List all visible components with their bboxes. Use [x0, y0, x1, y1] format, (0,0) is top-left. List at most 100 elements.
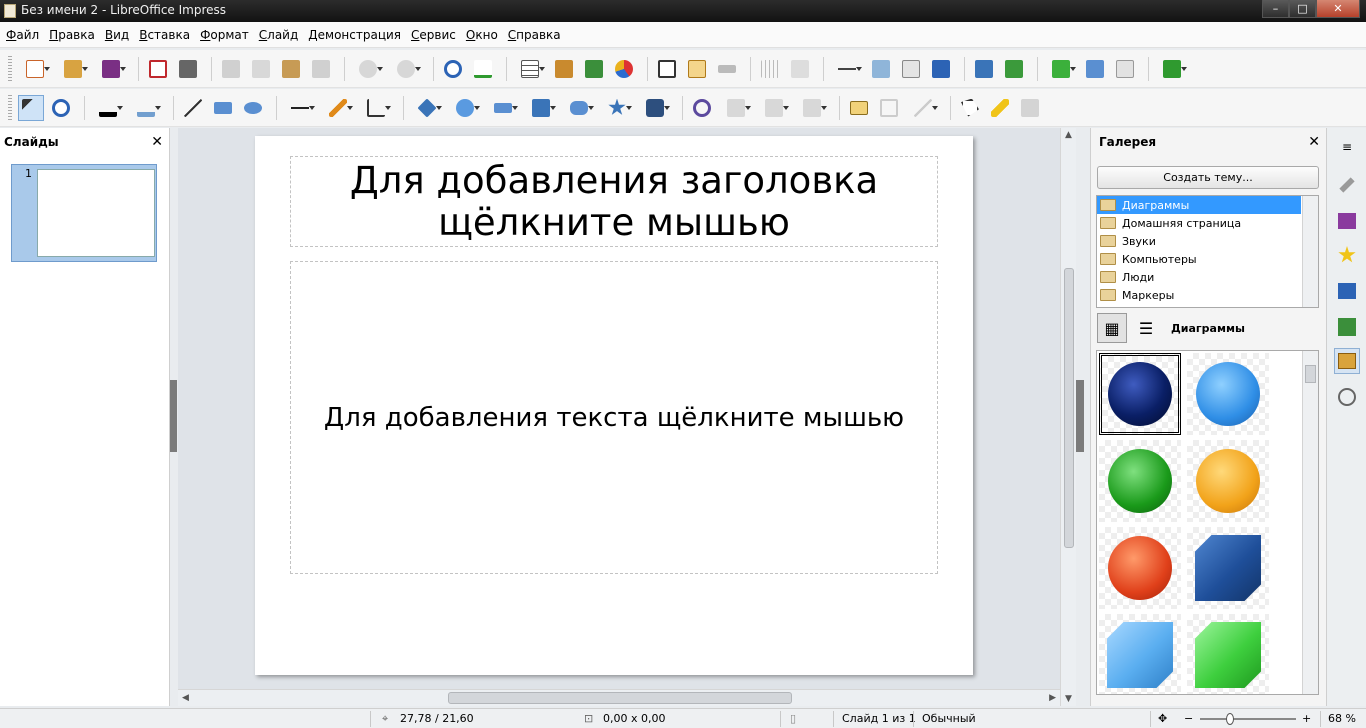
fit-slide-icon[interactable]: ✥ [1158, 712, 1167, 725]
menu-file[interactable]: Файл [6, 28, 39, 42]
arrow-tool-button[interactable] [283, 95, 317, 121]
close-window-button[interactable]: ✕ [1316, 0, 1360, 18]
gallery-item[interactable] [1099, 353, 1181, 435]
print-button[interactable] [175, 56, 201, 82]
fontwork-button[interactable] [684, 56, 710, 82]
zoom-in-icon[interactable]: + [1302, 712, 1311, 725]
flowchart-button[interactable] [524, 95, 558, 121]
properties-tab[interactable] [1334, 172, 1360, 198]
navigator-tab[interactable] [1334, 384, 1360, 410]
menu-edit[interactable]: Правка [49, 28, 95, 42]
image-button[interactable] [551, 56, 577, 82]
detailed-view-button[interactable]: ☰ [1131, 313, 1161, 343]
icon-view-button[interactable]: ▦ [1097, 313, 1127, 343]
zoom-slider[interactable] [1200, 718, 1296, 720]
gallery-item[interactable] [1099, 440, 1181, 522]
create-theme-button[interactable]: Создать тему... [1097, 166, 1319, 189]
filter-button[interactable] [906, 95, 940, 121]
basic-shapes-button[interactable] [410, 95, 444, 121]
line-style-button[interactable] [830, 56, 864, 82]
copy-button[interactable] [248, 56, 274, 82]
start-current-slide-button[interactable] [1001, 56, 1027, 82]
close-icon[interactable]: ✕ [151, 134, 163, 150]
undo-button[interactable] [351, 56, 385, 82]
theme-item[interactable]: Домашняя страница [1097, 214, 1318, 232]
block-arrows-button[interactable] [486, 95, 520, 121]
toolbar-grip[interactable] [8, 94, 12, 121]
menu-window[interactable]: Окно [466, 28, 498, 42]
menu-insert[interactable]: Вставка [139, 28, 190, 42]
ellipse-tool-button[interactable] [240, 95, 266, 121]
export-pdf-button[interactable] [145, 56, 171, 82]
display-views-button[interactable] [1155, 56, 1189, 82]
rectangle-tool-button[interactable] [210, 95, 236, 121]
document-modified-icon[interactable]: ▯ [790, 712, 796, 725]
spelling-button[interactable] [470, 56, 496, 82]
shadow-button[interactable] [868, 56, 894, 82]
rotate-button[interactable] [689, 95, 715, 121]
gallery-item[interactable] [1099, 614, 1181, 694]
theme-item[interactable]: Диаграммы [1097, 196, 1301, 214]
cut-button[interactable] [218, 56, 244, 82]
theme-list[interactable]: Диаграммы Домашняя страница Звуки Компью… [1096, 195, 1319, 308]
slide-canvas[interactable]: Для добавления заголовка щёлкните мышью … [255, 136, 973, 675]
right-pane-splitter[interactable] [1076, 380, 1084, 452]
zoom-level[interactable]: 68 % [1328, 712, 1356, 725]
master-slides-tab[interactable] [1334, 208, 1360, 234]
clone-formatting-button[interactable] [308, 56, 334, 82]
slide-thumbnail-1[interactable]: 1 [11, 164, 157, 262]
3d-objects-button[interactable] [638, 95, 672, 121]
slide-transition-tab[interactable] [1334, 278, 1360, 304]
toolbar-grip[interactable] [8, 55, 12, 82]
new-document-button[interactable] [18, 56, 52, 82]
menu-view[interactable]: Вид [105, 28, 129, 42]
fill-color-button[interactable] [129, 95, 163, 121]
menu-format[interactable]: Формат [200, 28, 249, 42]
scroll-left-icon[interactable]: ◀ [182, 693, 189, 703]
distribute-button[interactable] [795, 95, 829, 121]
crop-image-button[interactable] [876, 95, 902, 121]
align-button[interactable] [719, 95, 753, 121]
hyperlink-button[interactable] [714, 56, 740, 82]
theme-item[interactable]: Люди [1097, 268, 1318, 286]
gallery-tab[interactable] [1334, 348, 1360, 374]
table-button[interactable] [513, 56, 547, 82]
new-slide-button[interactable] [1044, 56, 1078, 82]
line-color-button[interactable] [91, 95, 125, 121]
gallery-scroll-thumb[interactable] [1305, 365, 1316, 383]
horizontal-scrollbar[interactable]: ◀ ▶ [178, 689, 1060, 706]
glue-points-button[interactable] [987, 95, 1013, 121]
menu-slide[interactable]: Слайд [259, 28, 299, 42]
scroll-right-icon[interactable]: ▶ [1049, 693, 1056, 703]
gallery-item[interactable] [1187, 527, 1269, 609]
find-replace-button[interactable] [440, 56, 466, 82]
animation-tab[interactable] [1334, 242, 1360, 268]
styles-tab[interactable] [1334, 314, 1360, 340]
arrange-button[interactable] [757, 95, 791, 121]
zoom-pan-button[interactable] [48, 95, 74, 121]
slide-layout-button[interactable] [928, 56, 954, 82]
vertical-scrollbar[interactable]: ▲ ▼ [1060, 128, 1076, 706]
title-placeholder[interactable]: Для добавления заголовка щёлкните мышью [290, 156, 938, 247]
zoom-out-icon[interactable]: − [1184, 712, 1193, 725]
gallery-item[interactable] [1187, 614, 1269, 694]
chart-button[interactable] [611, 56, 637, 82]
save-button[interactable] [94, 56, 128, 82]
zoom-slider-knob[interactable] [1226, 713, 1234, 725]
gallery-scrollbar[interactable] [1302, 351, 1318, 694]
left-pane-splitter[interactable] [170, 380, 177, 452]
open-button[interactable] [56, 56, 90, 82]
maximize-button[interactable]: □ [1289, 0, 1316, 18]
gallery-item[interactable] [1187, 353, 1269, 435]
theme-item[interactable]: Маркеры [1097, 286, 1318, 304]
select-tool-button[interactable] [18, 94, 44, 121]
gallery-item[interactable] [1099, 527, 1181, 609]
stars-button[interactable] [600, 95, 634, 121]
media-button[interactable] [581, 56, 607, 82]
text-box-button[interactable] [654, 56, 680, 82]
theme-list-scrollbar[interactable] [1302, 196, 1318, 307]
scroll-down-icon[interactable]: ▼ [1065, 694, 1072, 704]
toggle-extrusion-button[interactable] [1017, 95, 1043, 121]
delete-slide-button[interactable] [1112, 56, 1138, 82]
scroll-up-icon[interactable]: ▲ [1065, 130, 1072, 140]
